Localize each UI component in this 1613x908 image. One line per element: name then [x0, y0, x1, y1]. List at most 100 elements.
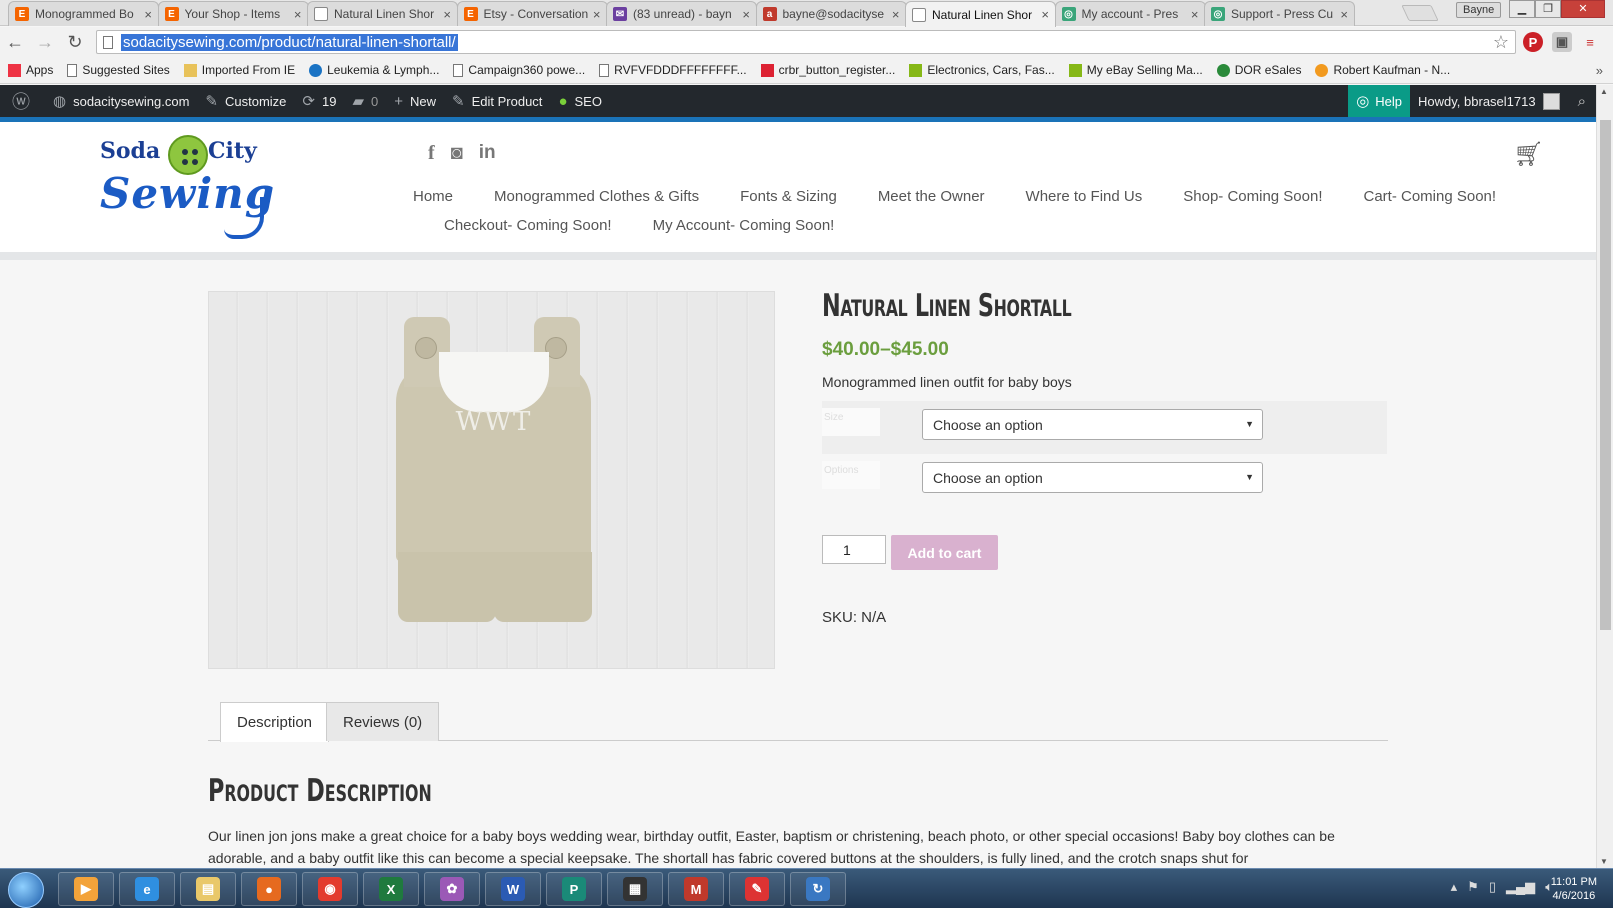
quantity-input[interactable]: 1 — [822, 535, 886, 564]
nav-link[interactable]: Checkout- Coming Soon! — [444, 217, 612, 234]
browser-tab[interactable]: ✉ (83 unread) - bayn × — [606, 1, 757, 26]
add-to-cart-button[interactable]: Add to cart — [891, 535, 998, 570]
new-tab-button[interactable] — [1401, 5, 1439, 21]
bookmark-item[interactable]: Apps — [8, 63, 53, 77]
options-select[interactable]: Choose an option ▼ — [922, 462, 1263, 493]
browser-tab[interactable]: E Monogrammed Bo × — [8, 1, 159, 26]
admin-site-link[interactable]: ◍ sodacitysewing.com — [53, 92, 189, 110]
taskbar-button[interactable]: ▦ — [607, 872, 663, 906]
browser-tab[interactable]: Natural Linen Shor × — [905, 1, 1056, 27]
admin-edit-product-link[interactable]: ✎ Edit Product — [452, 92, 542, 110]
close-tab-icon[interactable]: × — [294, 7, 302, 22]
scroll-down-icon[interactable]: ▼ — [1600, 857, 1608, 866]
tray-expand-icon[interactable]: ▴ — [1451, 879, 1458, 895]
battery-icon[interactable]: ▯ — [1489, 879, 1496, 895]
cart-icon[interactable]: 🛒︎ — [1514, 140, 1544, 169]
close-tab-icon[interactable]: × — [892, 7, 900, 22]
action-center-icon[interactable]: ⚑ — [1467, 879, 1479, 895]
nav-link[interactable]: My Account- Coming Soon! — [653, 217, 835, 234]
url-text[interactable]: sodacitysewing.com/product/natural-linen… — [121, 33, 458, 51]
nav-link[interactable]: Monogrammed Clothes & Gifts — [494, 188, 699, 205]
admin-updates-link[interactable]: ⟳ 19 — [302, 92, 336, 110]
bookmark-item[interactable]: DOR eSales — [1216, 63, 1301, 77]
admin-help-button[interactable]: ◎ Help — [1348, 85, 1411, 117]
browser-tab[interactable]: a bayne@sodacityse × — [755, 1, 907, 26]
bookmark-star-icon[interactable]: ☆ — [1493, 32, 1509, 53]
close-tab-icon[interactable]: × — [144, 7, 152, 22]
forward-icon[interactable]: → — [30, 32, 60, 53]
nav-link[interactable]: Shop- Coming Soon! — [1183, 188, 1322, 205]
bookmark-item[interactable]: Robert Kaufman - N... — [1315, 63, 1450, 77]
taskbar-button[interactable]: ▶ — [58, 872, 114, 906]
taskbar-button[interactable]: X — [363, 872, 419, 906]
taskbar-button[interactable]: W — [485, 872, 541, 906]
close-tab-icon[interactable]: × — [593, 7, 601, 22]
close-window-icon[interactable]: ✕ — [1561, 0, 1605, 18]
bookmark-item[interactable]: Leukemia & Lymph... — [309, 63, 439, 77]
minimize-icon[interactable]: ▁ — [1509, 0, 1535, 18]
nav-link[interactable]: Home — [413, 188, 453, 205]
wordpress-logo-icon[interactable]: ⓦ — [12, 88, 37, 114]
site-logo[interactable]: Soda City Sewing — [100, 135, 274, 240]
admin-seo-link[interactable]: ● SEO — [558, 93, 602, 110]
admin-comments-link[interactable]: ▰ 0 — [352, 92, 378, 110]
bookmarks-overflow-icon[interactable]: » — [1596, 63, 1603, 78]
browser-tab[interactable]: ◎ My account - Pres × — [1054, 1, 1206, 26]
tab-description[interactable]: Description — [220, 702, 330, 742]
close-tab-icon[interactable]: × — [742, 7, 750, 22]
browser-tab[interactable]: E Etsy - Conversation × — [456, 1, 608, 26]
linkedin-icon[interactable]: in — [479, 142, 496, 165]
bookmark-item[interactable]: Campaign360 powe... — [453, 63, 585, 77]
taskbar-button[interactable]: ✎ — [729, 872, 785, 906]
taskbar-button[interactable]: ▤ — [180, 872, 236, 906]
admin-account-menu[interactable]: Howdy, bbrasel1713 — [1410, 92, 1568, 110]
size-select[interactable]: Choose an option ▼ — [922, 409, 1263, 440]
nav-link[interactable]: Cart- Coming Soon! — [1364, 188, 1497, 205]
taskbar-button[interactable]: M — [668, 872, 724, 906]
tab-reviews[interactable]: Reviews (0) — [326, 702, 440, 741]
browser-tab[interactable]: Natural Linen Shor × — [307, 1, 458, 26]
close-tab-icon[interactable]: × — [1340, 7, 1348, 22]
taskbar-button[interactable]: ↻ — [790, 872, 846, 906]
windows-start-icon[interactable] — [8, 872, 44, 908]
taskbar-button[interactable]: ◉ — [302, 872, 358, 906]
taskbar-button[interactable]: ✿ — [424, 872, 480, 906]
chrome-menu-icon[interactable]: ≡ — [1580, 32, 1600, 52]
taskbar-button[interactable]: ● — [241, 872, 297, 906]
taskbar-clock[interactable]: 11:01 PM 4/6/2016 — [1551, 875, 1597, 903]
pinterest-icon[interactable]: P — [1523, 32, 1543, 52]
admin-customize-link[interactable]: ✎ Customize — [205, 92, 286, 110]
product-image[interactable]: WWT — [208, 291, 775, 669]
page-scrollbar[interactable]: ▲ ▼ — [1596, 85, 1613, 868]
scroll-up-icon[interactable]: ▲ — [1600, 87, 1608, 96]
instagram-icon[interactable]: ◙ — [451, 142, 463, 165]
browser-tab[interactable]: ◎ Support - Press Cu × — [1204, 1, 1355, 26]
extension-icon[interactable]: ▣ — [1552, 32, 1572, 52]
nav-link[interactable]: Meet the Owner — [878, 188, 985, 205]
size-select-value: Choose an option — [933, 417, 1043, 433]
close-tab-icon[interactable]: × — [443, 7, 451, 22]
admin-new-link[interactable]: + New — [394, 93, 436, 110]
nav-link[interactable]: Fonts & Sizing — [740, 188, 837, 205]
bookmark-item[interactable]: Suggested Sites — [67, 63, 170, 77]
bookmark-item[interactable]: RVFVFDDDFFFFFFFF... — [599, 63, 747, 77]
address-bar[interactable]: sodacitysewing.com/product/natural-linen… — [96, 30, 1516, 54]
nav-link[interactable]: Where to Find Us — [1026, 188, 1143, 205]
bookmark-item[interactable]: Imported From IE — [183, 63, 295, 77]
scrollbar-thumb[interactable] — [1600, 120, 1611, 630]
network-icon[interactable]: ▂▄▆ — [1506, 879, 1535, 895]
reload-icon[interactable]: ↻ — [60, 32, 90, 53]
facebook-icon[interactable]: f — [428, 142, 435, 165]
restore-icon[interactable]: ❐ — [1535, 0, 1561, 18]
bookmark-item[interactable]: crbr_button_register... — [760, 63, 895, 77]
profile-button[interactable]: Bayne — [1456, 2, 1502, 18]
close-tab-icon[interactable]: × — [1191, 7, 1199, 22]
taskbar-button[interactable]: e — [119, 872, 175, 906]
close-tab-icon[interactable]: × — [1041, 7, 1049, 22]
search-icon[interactable]: ⌕ — [1568, 93, 1596, 110]
taskbar-button[interactable]: P — [546, 872, 602, 906]
bookmark-item[interactable]: My eBay Selling Ma... — [1068, 63, 1203, 77]
bookmark-item[interactable]: Electronics, Cars, Fas... — [909, 63, 1055, 77]
browser-tab[interactable]: E Your Shop - Items × — [157, 1, 309, 26]
back-icon[interactable]: ← — [0, 32, 30, 53]
